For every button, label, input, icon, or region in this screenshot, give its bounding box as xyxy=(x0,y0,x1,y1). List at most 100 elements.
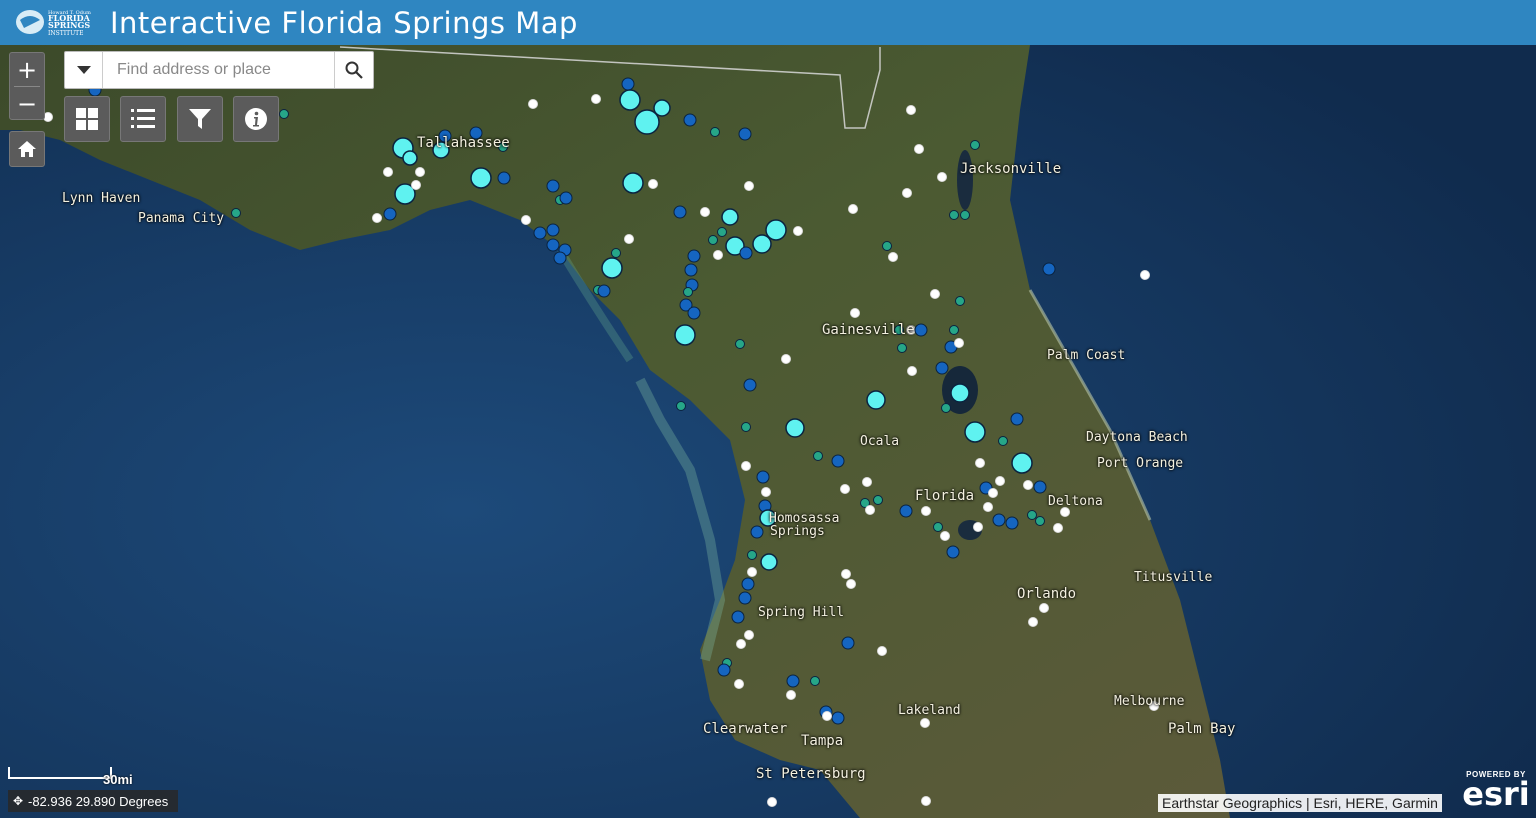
spring-marker[interactable] xyxy=(998,436,1008,446)
spring-marker[interactable] xyxy=(372,213,382,223)
spring-marker[interactable] xyxy=(734,679,744,689)
spring-marker[interactable] xyxy=(756,470,770,484)
spring-marker[interactable] xyxy=(735,339,745,349)
spring-marker[interactable] xyxy=(941,403,951,413)
spring-marker[interactable] xyxy=(591,94,601,104)
spring-marker[interactable] xyxy=(973,522,983,532)
spring-marker[interactable] xyxy=(933,522,943,532)
spring-marker[interactable] xyxy=(684,263,698,277)
spring-marker[interactable] xyxy=(601,257,623,279)
spring-marker[interactable] xyxy=(750,525,764,539)
spring-marker[interactable] xyxy=(700,207,710,217)
spring-marker[interactable] xyxy=(914,144,924,154)
spring-marker[interactable] xyxy=(988,488,998,498)
spring-marker[interactable] xyxy=(914,323,928,337)
spring-marker[interactable] xyxy=(946,545,960,559)
spring-marker[interactable] xyxy=(717,227,727,237)
spring-marker[interactable] xyxy=(497,171,511,185)
spring-marker[interactable] xyxy=(533,226,547,240)
spring-marker[interactable] xyxy=(949,325,959,335)
spring-marker[interactable] xyxy=(683,113,697,127)
spring-marker[interactable] xyxy=(546,179,560,193)
spring-marker[interactable] xyxy=(528,99,538,109)
spring-marker[interactable] xyxy=(752,234,772,254)
spring-marker[interactable] xyxy=(708,235,718,245)
spring-marker[interactable] xyxy=(653,99,671,117)
spring-marker[interactable] xyxy=(521,215,531,225)
spring-marker[interactable] xyxy=(553,251,567,265)
spring-marker[interactable] xyxy=(744,181,754,191)
spring-marker[interactable] xyxy=(846,579,856,589)
spring-marker[interactable] xyxy=(899,504,913,518)
spring-marker[interactable] xyxy=(687,249,701,263)
spring-marker[interactable] xyxy=(470,167,492,189)
spring-marker[interactable] xyxy=(921,506,931,516)
spring-marker[interactable] xyxy=(873,495,883,505)
zoom-out-button[interactable]: − xyxy=(10,87,44,120)
home-button[interactable] xyxy=(9,131,45,167)
spring-marker[interactable] xyxy=(888,252,898,262)
spring-marker[interactable] xyxy=(747,550,757,560)
spring-marker[interactable] xyxy=(597,284,611,298)
legend-button[interactable] xyxy=(120,96,166,142)
spring-marker[interactable] xyxy=(785,418,805,438)
spring-marker[interactable] xyxy=(813,451,823,461)
spring-marker[interactable] xyxy=(1033,480,1047,494)
spring-marker[interactable] xyxy=(949,210,959,220)
map-view[interactable]: Tallahassee Lynn Haven Panama City Jacks… xyxy=(0,45,1536,818)
spring-marker[interactable] xyxy=(960,210,970,220)
spring-marker[interactable] xyxy=(741,461,751,471)
spring-marker[interactable] xyxy=(411,180,421,190)
spring-marker[interactable] xyxy=(738,127,752,141)
spring-marker[interactable] xyxy=(848,204,858,214)
spring-marker[interactable] xyxy=(1053,523,1063,533)
spring-marker[interactable] xyxy=(683,287,693,297)
spring-marker[interactable] xyxy=(744,630,754,640)
spring-marker[interactable] xyxy=(902,188,912,198)
spring-marker[interactable] xyxy=(1005,516,1019,530)
spring-marker[interactable] xyxy=(713,250,723,260)
spring-marker[interactable] xyxy=(611,248,621,258)
spring-marker[interactable] xyxy=(619,89,641,111)
spring-marker[interactable] xyxy=(731,610,745,624)
spring-marker[interactable] xyxy=(415,167,425,177)
spring-marker[interactable] xyxy=(877,646,887,656)
spring-marker[interactable] xyxy=(862,477,872,487)
spring-marker[interactable] xyxy=(810,676,820,686)
search-input[interactable] xyxy=(103,52,339,88)
spring-marker[interactable] xyxy=(761,487,771,497)
spring-marker[interactable] xyxy=(786,674,800,688)
spring-marker[interactable] xyxy=(1027,510,1037,520)
spring-marker[interactable] xyxy=(841,569,851,579)
spring-marker[interactable] xyxy=(841,636,855,650)
zoom-in-button[interactable]: + xyxy=(10,53,44,86)
spring-marker[interactable] xyxy=(648,179,658,189)
spring-marker[interactable] xyxy=(622,172,644,194)
spring-marker[interactable] xyxy=(964,421,986,443)
spring-marker[interactable] xyxy=(721,208,739,226)
spring-marker[interactable] xyxy=(822,711,832,721)
basemap-gallery-button[interactable] xyxy=(64,96,110,142)
spring-marker[interactable] xyxy=(402,150,418,166)
spring-marker[interactable] xyxy=(383,167,393,177)
spring-marker[interactable] xyxy=(1042,262,1056,276)
filter-button[interactable] xyxy=(177,96,223,142)
spring-marker[interactable] xyxy=(687,306,701,320)
spring-marker[interactable] xyxy=(970,140,980,150)
spring-marker[interactable] xyxy=(559,191,573,205)
spring-marker[interactable] xyxy=(760,553,778,571)
spring-marker[interactable] xyxy=(781,354,791,364)
spring-marker[interactable] xyxy=(767,797,777,807)
spring-marker[interactable] xyxy=(738,591,752,605)
spring-marker[interactable] xyxy=(739,246,753,260)
spring-marker[interactable] xyxy=(747,567,757,577)
spring-marker[interactable] xyxy=(940,531,950,541)
spring-marker[interactable] xyxy=(937,172,947,182)
info-button[interactable] xyxy=(233,96,279,142)
spring-marker[interactable] xyxy=(1011,452,1033,474)
spring-marker[interactable] xyxy=(831,454,845,468)
crosshair-icon[interactable]: ✥ xyxy=(8,794,28,808)
spring-marker[interactable] xyxy=(865,505,875,515)
spring-marker[interactable] xyxy=(1039,603,1049,613)
search-source-dropdown[interactable] xyxy=(65,52,103,88)
